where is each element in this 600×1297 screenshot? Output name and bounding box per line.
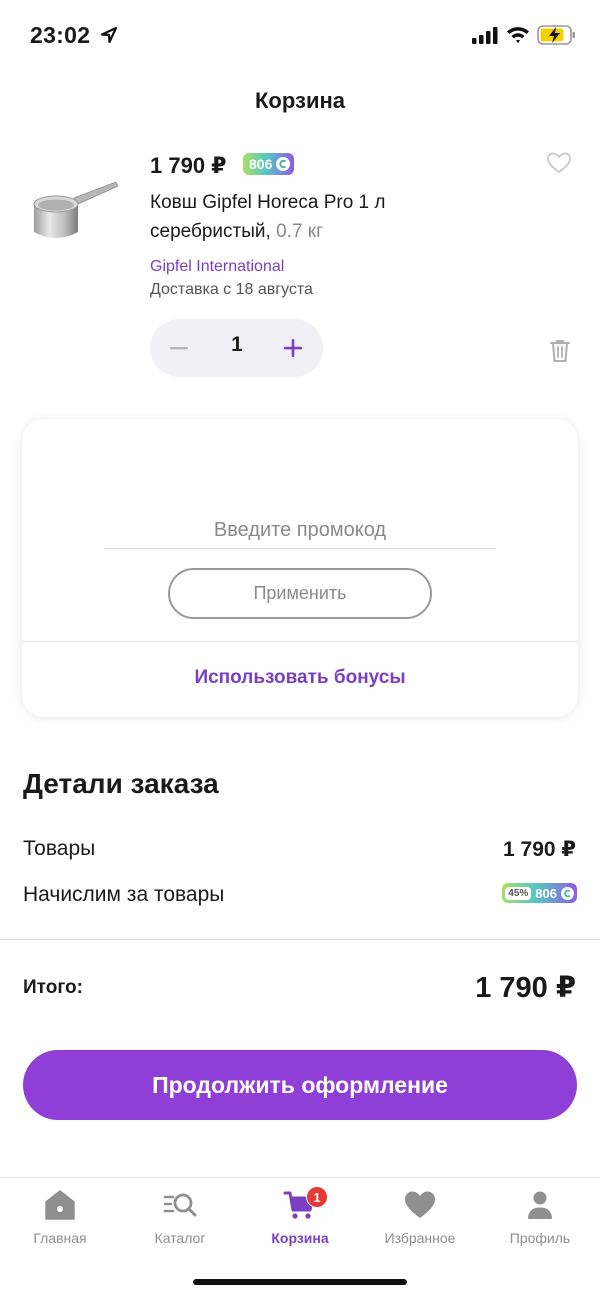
divider: [22, 641, 578, 642]
increase-quantity-button[interactable]: [280, 335, 306, 361]
divider: [0, 939, 600, 940]
tab-label: Профиль: [509, 1230, 571, 1246]
bonus-badge: 806: [243, 153, 295, 175]
delete-trash-icon[interactable]: [548, 338, 572, 364]
accrue-bonus-badge: 45% 806: [502, 883, 577, 903]
heart-icon: [405, 1191, 435, 1218]
home-indicator: [193, 1279, 407, 1285]
delivery-date: Доставка с 18 августа: [150, 281, 313, 298]
total-label: Итого:: [23, 977, 83, 998]
quantity-value: 1: [231, 333, 243, 356]
goods-value: 1 790 ₽: [503, 838, 576, 861]
accrue-percent: 45%: [505, 886, 532, 900]
tab-label: Корзина: [271, 1230, 329, 1246]
page-title: Корзина: [255, 88, 345, 113]
promo-input-underline: [104, 548, 496, 549]
home-icon: [45, 1190, 75, 1220]
cart-count-badge: 1: [306, 1186, 328, 1208]
catalog-search-icon: [163, 1193, 197, 1217]
tab-catalog[interactable]: Каталог: [120, 1188, 240, 1252]
tab-favorites[interactable]: Избранное: [360, 1188, 480, 1252]
total-value: 1 790 ₽: [475, 972, 576, 1004]
seller-link[interactable]: Gipfel International: [150, 258, 284, 276]
product-title: Ковш Gipfel Horeca Pro 1 л серебристый,: [150, 192, 386, 242]
wifi-icon: [507, 27, 529, 43]
bonus-amount: 806: [249, 156, 273, 172]
product-name[interactable]: Ковш Gipfel Horeca Pro 1 л серебристый, …: [150, 188, 450, 246]
tab-label: Избранное: [384, 1230, 456, 1246]
quantity-stepper: 1: [150, 319, 323, 377]
accrue-amount: 806: [535, 885, 557, 901]
profile-icon: [528, 1191, 552, 1219]
promo-code-input[interactable]: [104, 511, 496, 549]
tab-label: Главная: [33, 1230, 87, 1246]
bonus-coin-icon: [276, 157, 291, 171]
decrease-quantity-button[interactable]: [166, 335, 192, 361]
promo-card: Применить Использовать бонусы: [22, 419, 578, 717]
favorite-heart-icon[interactable]: [546, 151, 572, 175]
goods-label: Товары: [23, 837, 96, 860]
status-bar: 23:02: [0, 0, 600, 70]
status-time: 23:02: [30, 22, 91, 48]
product-price: 1 790 ₽: [150, 153, 227, 178]
use-bonuses-button[interactable]: Использовать бонусы: [22, 667, 578, 689]
continue-checkout-button[interactable]: Продолжить оформление: [23, 1050, 577, 1120]
location-arrow-icon: [100, 26, 118, 44]
product-image-ladle[interactable]: [24, 172, 124, 252]
tab-cart[interactable]: 1 Корзина: [240, 1186, 360, 1252]
tab-label: Каталог: [154, 1230, 206, 1246]
order-details-title: Детали заказа: [23, 768, 219, 799]
tab-home[interactable]: Главная: [0, 1188, 120, 1252]
tab-profile[interactable]: Профиль: [480, 1188, 600, 1252]
accrue-label: Начислим за товары: [23, 883, 225, 906]
battery-charging-icon: [537, 25, 575, 45]
cellular-signal-icon: [472, 27, 498, 44]
apply-promo-button[interactable]: Применить: [168, 568, 432, 619]
bonus-coin-icon: [561, 886, 574, 900]
product-weight: 0.7 кг: [276, 221, 324, 242]
